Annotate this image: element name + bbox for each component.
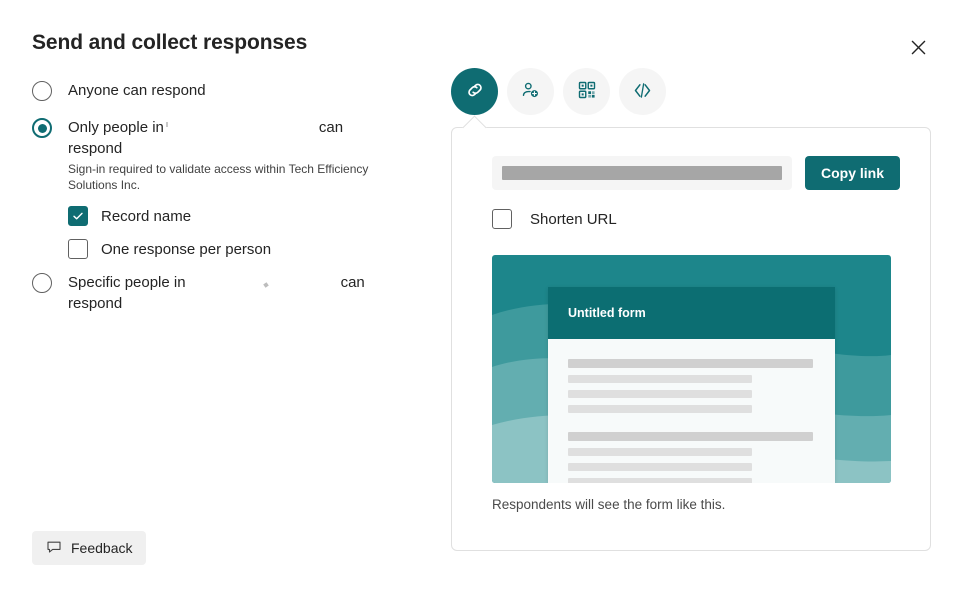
close-icon: [911, 40, 926, 58]
radio-option-specific-people[interactable]: Specific people in can respond: [32, 272, 422, 314]
preview-placeholder-line: [568, 478, 752, 483]
checkbox-shorten-url[interactable]: [492, 209, 512, 229]
audience-options: Anyone can respond Only people in can res…: [32, 80, 422, 316]
checkbox-label-one-response: One response per person: [101, 240, 272, 258]
radio-option-only-people-in-org[interactable]: Only people in can respond: [32, 117, 422, 159]
preview-form-title: Untitled form: [568, 306, 646, 320]
close-button[interactable]: [902, 33, 934, 65]
preview-placeholder-line: [568, 359, 813, 368]
feedback-label: Feedback: [71, 540, 133, 556]
preview-placeholder-line: [568, 463, 752, 471]
preview-placeholder-line: [568, 405, 752, 413]
radio-only-people-in-org[interactable]: [32, 118, 52, 138]
share-link-card: Copy link Shorten URL Untitled form Resp…: [451, 115, 931, 551]
preview-form-header: Untitled form: [548, 287, 835, 339]
checkbox-label-record-name: Record name: [101, 207, 192, 225]
link-row: Copy link: [492, 156, 900, 190]
preview-placeholder-line: [568, 432, 813, 441]
radio-specific-people[interactable]: [32, 273, 52, 293]
checkmark-icon: [72, 210, 84, 222]
copy-link-button[interactable]: Copy link: [804, 156, 900, 190]
tab-share-link[interactable]: [451, 68, 498, 115]
qr-code-icon: [577, 80, 597, 103]
radio-label-specific-people: Specific people in can respond: [68, 272, 368, 314]
checkbox-option-one-response-per-person[interactable]: One response per person: [68, 239, 422, 259]
page-title: Send and collect responses: [32, 31, 308, 54]
form-preview: Untitled form: [492, 255, 891, 483]
radio-anyone-can-respond[interactable]: [32, 81, 52, 101]
redacted-link-text: [502, 166, 782, 180]
preview-caption: Respondents will see the form like this.: [492, 497, 726, 512]
checkbox-option-record-name[interactable]: Record name: [68, 206, 422, 226]
preview-form-body: [548, 339, 835, 483]
radio-option-anyone-can-respond[interactable]: Anyone can respond: [32, 80, 422, 101]
preview-placeholder-line: [568, 375, 752, 383]
person-add-icon: [520, 80, 541, 104]
only-people-hint: Sign-in required to validate access with…: [68, 162, 369, 192]
shorten-url-row[interactable]: Shorten URL: [492, 209, 900, 229]
radio-label-anyone: Anyone can respond: [68, 82, 206, 99]
code-icon: [632, 80, 653, 104]
feedback-button[interactable]: Feedback: [32, 531, 147, 565]
link-icon: [464, 79, 486, 104]
shorten-url-label: Shorten URL: [530, 210, 617, 228]
share-method-tabs: [451, 68, 931, 115]
redacted-org-name: [164, 122, 319, 134]
tab-invite-people[interactable]: [507, 68, 554, 115]
tab-qr-code[interactable]: [563, 68, 610, 115]
preview-placeholder-line: [568, 390, 752, 398]
preview-form-card: Untitled form: [548, 287, 835, 483]
tab-embed-code[interactable]: [619, 68, 666, 115]
preview-placeholder-line: [568, 448, 752, 456]
share-panel: Copy link Shorten URL Untitled form Resp…: [451, 68, 931, 551]
checkbox-one-response-per-person[interactable]: [68, 239, 88, 259]
radio-label-only-people-prefix: Only people in: [68, 119, 164, 136]
comment-icon: [46, 539, 62, 558]
share-link-input[interactable]: [492, 156, 792, 190]
sub-options: Record name One response per person: [68, 206, 422, 259]
redacted-org-name-2: [186, 277, 341, 289]
radio-label-only-people: Only people in can respond: [68, 117, 368, 159]
radio-label-specific-prefix: Specific people in: [68, 274, 186, 291]
checkbox-record-name[interactable]: [68, 206, 88, 226]
send-and-collect-responses-dialog: Send and collect responses Anyone can re…: [0, 0, 962, 594]
